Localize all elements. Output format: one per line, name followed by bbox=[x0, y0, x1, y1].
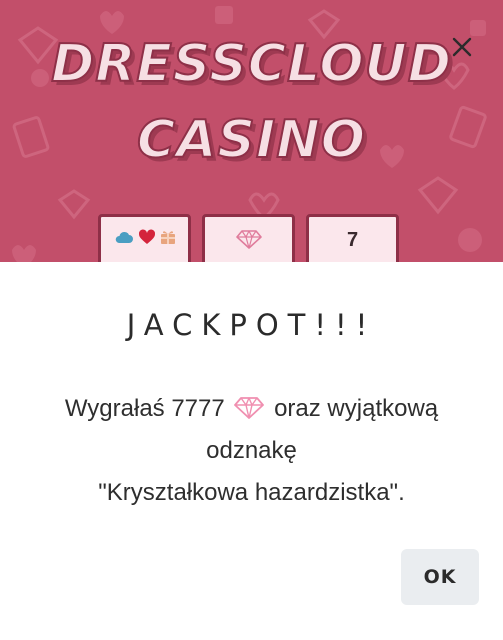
heart-icon bbox=[138, 229, 155, 244]
banner-title-line1: DRESSCLOUD bbox=[50, 33, 452, 95]
ok-button[interactable]: OK bbox=[401, 549, 479, 605]
slot-seven-value: 7 bbox=[346, 229, 359, 251]
dialog-title: JACKPOT!!! bbox=[126, 308, 377, 342]
dialog-message: Wygrałaś 7777 oraz wyjątkową odznakę "Kr… bbox=[30, 388, 473, 514]
gift-icon bbox=[160, 231, 175, 244]
diamond-icon bbox=[234, 397, 265, 419]
diamond-icon bbox=[235, 230, 262, 249]
casino-banner: DRESSCLOUD CASINO 7 bbox=[0, 0, 503, 262]
banner-title-line2: CASINO bbox=[136, 109, 366, 171]
message-prize-text: Wygrałaś 7777 bbox=[64, 395, 232, 422]
slot-reel-3: 7 bbox=[306, 214, 399, 262]
slot-reel-1 bbox=[98, 214, 191, 262]
jackpot-dialog: DRESSCLOUD CASINO 7 JACKPOT!!! Wygrałaś … bbox=[0, 0, 503, 640]
dialog-body: JACKPOT!!! Wygrałaś 7777 oraz wyjątkową … bbox=[0, 262, 503, 640]
slot-reels: 7 bbox=[98, 214, 403, 262]
message-badge-name: "Kryształkowa hazardzistka". bbox=[98, 479, 405, 506]
close-icon[interactable] bbox=[449, 34, 475, 60]
slot-reel-2 bbox=[202, 214, 295, 262]
cloud-icon bbox=[115, 231, 133, 243]
